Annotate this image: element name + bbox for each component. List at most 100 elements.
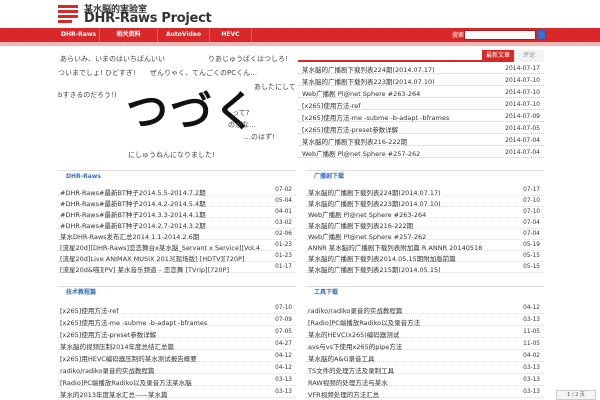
- post-title[interactable]: [Radio]PC端播放Radiko以及录音方法某水脳: [60, 377, 260, 387]
- post-title[interactable]: Web广播剧 Pl@net Sphere #263-264: [302, 88, 490, 98]
- post-title[interactable]: [x265]使用方法-preset参数详解: [302, 124, 490, 134]
- list-item[interactable]: Web广播剧 Pl@net Sphere #263-264 2014-07-10: [298, 86, 544, 98]
- nav-item-hevc[interactable]: HEVC: [210, 28, 252, 42]
- list-item[interactable]: 某水的2013年度某水汇总——某水篇 03-13: [58, 387, 296, 399]
- list-item[interactable]: RAW视频的处理方法与某水 03-13: [306, 375, 544, 387]
- search-button[interactable]: [537, 30, 546, 40]
- list-item[interactable]: [x265]使用方法-me -subme -b-adapt -bframes 07…: [58, 315, 296, 327]
- post-title[interactable]: [流星20d][DHR-Raws]恋恋舞台x某水脳_Servant x Serv…: [60, 242, 260, 252]
- site-logo-icon[interactable]: [58, 3, 78, 23]
- post-date: 01-23: [275, 253, 292, 259]
- nav-item-resources[interactable]: 相关资料: [100, 28, 158, 42]
- post-title[interactable]: 某水脳的广播剧下载列表2014.05.15期附加版前篇: [308, 253, 508, 263]
- list-item[interactable]: #DHR-Raws#最新BT种子2014.4.2-2014.5.4期 05-04: [58, 196, 296, 208]
- list-item[interactable]: ANNR 某水脳的广播剧下载列表附加篇 R ANNR 20140518 05-19: [306, 240, 544, 252]
- list-item[interactable]: 某水脳的广播剧下载列表224期(2014.07.17) 2014-07-17: [298, 62, 544, 74]
- list-item[interactable]: [x265]使用方法-ref 07-10: [58, 303, 296, 315]
- post-title[interactable]: 某水脳的广播剧下载列表223期(2014.07.10): [302, 76, 490, 86]
- nav-item-autovideo[interactable]: AutoVideo: [158, 28, 210, 42]
- post-title[interactable]: #DHR-Raws#最新BT种子2014.4.2-2014.5.4期: [60, 198, 260, 208]
- list-item[interactable]: 某水脳的广播剧下载列表224期(2014.07.17) 07-17: [306, 185, 544, 197]
- post-title[interactable]: #DHR-Raws#最新BT种子2014.5.5-2014.7.2期: [60, 187, 260, 197]
- box-heading[interactable]: DHR-Raws: [66, 171, 101, 183]
- box-heading[interactable]: 工具下载: [314, 287, 338, 299]
- post-date: 2014-07-04: [505, 136, 540, 144]
- list-item[interactable]: 某水DHR-Raws发布汇总2014.1.1-2014.2.6期 02-06: [58, 229, 296, 241]
- list-item[interactable]: #DHR-Raws#最新BT种子2014.2.7-2014.3.2期 03-02: [58, 218, 296, 230]
- post-title[interactable]: 某水脳的广播剧下载列表224期(2014.07.17): [308, 187, 508, 197]
- post-title[interactable]: 某水脳的视频压制2014年度总结汇总篇: [60, 341, 260, 351]
- list-item[interactable]: Web广播剧 Pl@net Sphere #257-262 07-04: [306, 229, 544, 241]
- list-item[interactable]: VFR视频处理的方法汇总 03-13: [306, 387, 544, 399]
- post-title[interactable]: 某水的HEVC(x265)编码器测试: [308, 329, 508, 339]
- post-title[interactable]: [流星20d&喵][PV] 某水音乐频道 – 恋恋舞 [TVrip][720P]: [60, 264, 260, 274]
- list-item[interactable]: [x265]使用方法-me -subme -b-adapt -bframes 20…: [298, 110, 544, 122]
- hero-line: ついまでしょ! ひどすぎ!: [58, 69, 136, 77]
- list-item[interactable]: Web广播剧 Pl@net Sphere #257-262 2014-07-04: [298, 146, 544, 158]
- list-item[interactable]: 某水脳的广播剧下载列表215期(2014.05.15) 05-15: [306, 262, 544, 274]
- post-title[interactable]: #DHR-Raws#最新BT种子2014.3.3-2014.4.1期: [60, 209, 260, 219]
- post-title[interactable]: 某水脳的广播剧下载列表223期(2014.07.10): [308, 198, 508, 208]
- list-item[interactable]: 某水的HEVC(x265)编码器测试 11-05: [306, 327, 544, 339]
- list-item[interactable]: 某水脳的广播剧下载列表223期(2014.07.10) 07-10: [306, 196, 544, 208]
- post-title[interactable]: 某水脳的广播剧下载列表216-222期: [302, 136, 490, 146]
- list-item[interactable]: #DHR-Raws#最新BT种子2014.5.5-2014.7.2期 07-02: [58, 185, 296, 197]
- list-item[interactable]: [x265]使用方法-preset参数详解 07-05: [58, 327, 296, 339]
- post-title[interactable]: [Radio]PC端播放Radiko以及录音方法: [308, 317, 508, 327]
- post-title[interactable]: radiko/radiko录音的实战教程篇: [308, 305, 508, 315]
- post-title[interactable]: Web广播剧 Pl@net Sphere #257-262: [302, 148, 490, 158]
- list-item[interactable]: TS文件的处理方法及录制工具 03-13: [306, 363, 544, 375]
- box-heading[interactable]: 技术教程篇: [66, 287, 96, 299]
- post-title[interactable]: [x265]使用方法-ref: [302, 100, 490, 110]
- list-item[interactable]: [Radio]PC端播放Radiko以及录音方法 03-13: [306, 315, 544, 327]
- nav-item-dhr-raws[interactable]: DHR-Raws: [58, 28, 100, 42]
- post-title[interactable]: Web广播剧 Pl@net Sphere #263-264: [308, 209, 508, 219]
- post-title[interactable]: [x265]用HEVC编码器压制的某水测试报告概要: [60, 353, 260, 363]
- post-title[interactable]: [x265]使用方法-preset参数详解: [60, 329, 260, 339]
- post-title[interactable]: 某水脳的广播剧下载列表215期(2014.05.15): [308, 264, 508, 274]
- list-item[interactable]: [流星20d&喵][PV] 某水音乐频道 – 恋恋舞 [TVrip][720P]…: [58, 262, 296, 274]
- post-title[interactable]: VFR视频处理的方法汇总: [308, 389, 508, 399]
- post-title[interactable]: #DHR-Raws#最新BT种子2014.2.7-2014.3.2期: [60, 220, 260, 230]
- box-heading[interactable]: 广播剧下载: [314, 171, 344, 183]
- post-title[interactable]: [x265]使用方法-me -subme -b-adapt -bframes: [60, 317, 260, 327]
- list-item[interactable]: [Radio]PC端播放Radiko以及录音方法某水脳 03-13: [58, 375, 296, 387]
- list-item[interactable]: radiko/radiko录音的实战教程篇 04-12: [58, 363, 296, 375]
- post-title[interactable]: avs与vs下使用x265的pipe方法: [308, 341, 508, 351]
- list-item[interactable]: 某水脳的广播剧下载列表223期(2014.07.10) 2014-07-10: [298, 74, 544, 86]
- post-date: 05-15: [523, 264, 540, 270]
- post-title[interactable]: ANNR 某水脳的广播剧下载列表附加篇 R ANNR 20140518: [308, 242, 508, 252]
- list-item[interactable]: #DHR-Raws#最新BT种子2014.3.3-2014.4.1期 04-01: [58, 207, 296, 219]
- site-title[interactable]: DHR-Raws Project: [84, 11, 212, 26]
- post-title[interactable]: 某水脳的广播剧下载列表216-222期: [308, 220, 508, 230]
- post-title[interactable]: radiko/radiko录音的实战教程篇: [60, 365, 260, 375]
- post-title[interactable]: TS文件的处理方法及录制工具: [308, 365, 508, 375]
- pagination[interactable]: 1 / 2 页: [556, 390, 596, 400]
- list-item[interactable]: [x265]用HEVC编码器压制的某水测试报告概要 04-12: [58, 351, 296, 363]
- post-title[interactable]: [x265]使用方法-ref: [60, 305, 260, 315]
- list-item[interactable]: [流星20d]Live ANIMAX MUSIX 2013[现场版] [HDTV…: [58, 251, 296, 263]
- list-item[interactable]: [x265]使用方法-ref 2014-07-10: [298, 98, 544, 110]
- post-title[interactable]: 某水脳的广播剧下载列表224期(2014.07.17): [302, 64, 490, 74]
- list-item[interactable]: radiko/radiko录音的实战教程篇 04-12: [306, 303, 544, 315]
- post-title[interactable]: Web广播剧 Pl@net Sphere #257-262: [308, 231, 508, 241]
- list-item[interactable]: avs与vs下使用x265的pipe方法 11-05: [306, 339, 544, 351]
- post-title[interactable]: [流星20d]Live ANIMAX MUSIX 2013[现场版] [HDTV…: [60, 253, 260, 263]
- list-item[interactable]: [流星20d][DHR-Raws]恋恋舞台x某水脳_Servant x Serv…: [58, 240, 296, 252]
- post-title[interactable]: [x265]使用方法-me -subme -b-adapt -bframes: [302, 112, 490, 122]
- list-item[interactable]: [x265]使用方法-preset参数详解 2014-07-05: [298, 122, 544, 134]
- list-item[interactable]: 某水脳的广播剧下载列表2014.05.15期附加版前篇 05-15: [306, 251, 544, 263]
- list-item[interactable]: Web广播剧 Pl@net Sphere #263-264 07-10: [306, 207, 544, 219]
- post-title[interactable]: 某水的2013年度某水汇总——某水篇: [60, 389, 260, 399]
- list-item[interactable]: 某水脳的视频压制2014年度总结汇总篇 04-27: [58, 339, 296, 351]
- tab-latest-posts[interactable]: 最新文章: [482, 50, 514, 62]
- drama-box: 广播剧下载 某水脳的广播剧下载列表224期(2014.07.17) 07-17 某…: [306, 170, 544, 282]
- list-item[interactable]: 某水脳的广播剧下载列表216-222期 07-04: [306, 218, 544, 230]
- list-item[interactable]: 某水脳的广播剧下载列表216-222期 2014-07-04: [298, 134, 544, 146]
- post-title[interactable]: RAW视频的处理方法与某水: [308, 377, 508, 387]
- post-title[interactable]: 某水脳的A&G录音工具: [308, 353, 508, 363]
- tab-comments[interactable]: 评论: [514, 50, 544, 62]
- post-title[interactable]: 某水DHR-Raws发布汇总2014.1.1-2014.2.6期: [60, 231, 260, 241]
- list-item[interactable]: 某水脳的A&G录音工具 04-02: [306, 351, 544, 363]
- search-input[interactable]: [464, 30, 536, 40]
